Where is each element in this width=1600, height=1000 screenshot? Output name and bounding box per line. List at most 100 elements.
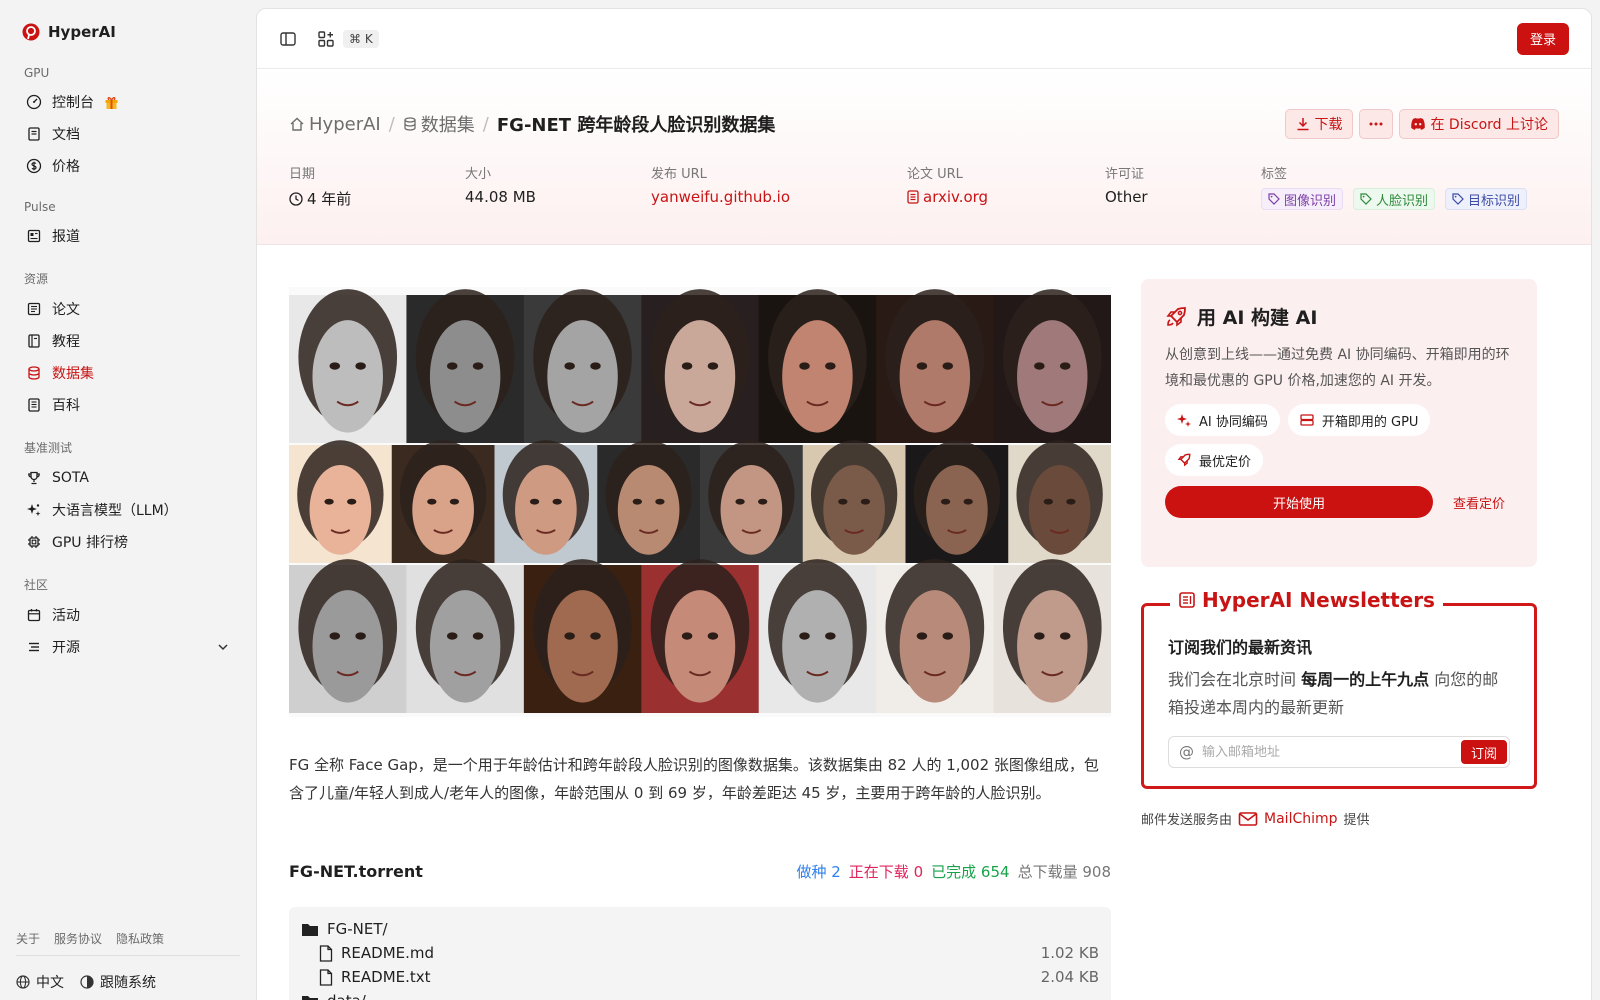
folder-row[interactable]: FG-NET/ (301, 917, 1099, 941)
theme-switch[interactable]: 跟随系统 (80, 972, 156, 992)
sidebar-item-label: 价格 (52, 159, 80, 175)
at-icon: @ (1179, 743, 1194, 761)
face-photo (758, 559, 877, 713)
paper-icon (26, 301, 42, 317)
database-icon (26, 365, 42, 381)
promo-description: 从创意到上线——通过免费 AI 协同编码、开箱即用的环境和最优惠的 GPU 价格… (1165, 347, 1510, 389)
footer-link[interactable]: 隐私政策 (116, 930, 164, 947)
sidebar-item-trophy[interactable]: SOTA (16, 462, 240, 494)
rocket-icon (1177, 453, 1191, 467)
face-photo (597, 440, 701, 563)
get-started-button[interactable]: 开始使用 (1165, 486, 1433, 518)
dataset-description: FG 全称 Face Gap，是一个用于年龄估计和跨年龄段人脸识别的图像数据集。… (289, 756, 1099, 802)
face-photo (523, 289, 642, 443)
server-icon (1300, 413, 1314, 427)
sidebar-item-chip[interactable]: GPU 排行榜 (16, 526, 240, 558)
chip-icon (26, 534, 42, 550)
hyperai-logo-icon (22, 23, 40, 41)
footer-link[interactable]: 关于 (16, 930, 40, 947)
file-row[interactable]: README.md 1.02 KB (301, 941, 1099, 965)
sidebar-item-document[interactable]: 文档 (16, 118, 240, 150)
tag[interactable]: 人脸识别 (1353, 188, 1436, 210)
sidebar-section-title: GPU (24, 66, 50, 80)
folder-row[interactable]: data/ (301, 989, 1099, 1000)
sidebar-item-label: 活动 (52, 608, 80, 624)
tag[interactable]: 图像识别 (1261, 188, 1344, 210)
sidebar-item-label: GPU 排行榜 (52, 535, 128, 551)
language-switch[interactable]: 中文 (16, 972, 64, 992)
file-name: README.txt (341, 968, 431, 986)
face-photo (406, 289, 525, 443)
license-value: Other (1105, 188, 1148, 206)
tag-icon (1268, 193, 1280, 205)
search-shortcut[interactable]: ⌘ K (343, 29, 379, 48)
sidebar-section-title: 社区 (24, 578, 49, 592)
view-pricing-link[interactable]: 查看定价 (1453, 493, 1505, 512)
footer-link[interactable]: 服务协议 (54, 930, 102, 947)
sidebar-item-label: 报道 (52, 229, 80, 245)
email-input[interactable] (1202, 744, 1453, 760)
face-photo (641, 289, 760, 443)
breadcrumb-datasets[interactable]: 数据集 (403, 111, 475, 137)
publish-url-link[interactable]: yanweifu.github.io (651, 188, 790, 206)
mailchimp-link[interactable]: MailChimp (1264, 811, 1338, 827)
face-photo (700, 440, 804, 563)
paper-url-link[interactable]: arxiv.org (907, 188, 988, 206)
sidebar-item-database[interactable]: 数据集 (16, 357, 240, 389)
more-options-button[interactable] (1359, 109, 1394, 139)
topbar: ⌘ K 登录 (257, 9, 1591, 69)
newsletter-icon (1178, 591, 1196, 609)
sidebar-item-calendar[interactable]: 活动 (16, 599, 240, 631)
sidebar-item-label: 开源 (52, 640, 80, 656)
footer-links: 关于 服务协议 隐私政策 (16, 930, 240, 956)
sidebar-item-label: 论文 (52, 302, 80, 318)
clock-icon (289, 191, 303, 206)
file-name: FG-NET/ (327, 920, 388, 938)
sidebar-toggle-icon[interactable] (279, 30, 297, 48)
sidebar-section-title: 基准测试 (24, 441, 73, 455)
trophy-icon (26, 470, 42, 486)
sidebar-item-newspaper[interactable]: 报道 (16, 220, 240, 252)
brand[interactable]: HyperAI (22, 16, 240, 48)
sidebar-item-dollar[interactable]: 价格 (16, 150, 240, 182)
database-icon (403, 117, 417, 131)
chevron-down-icon[interactable] (216, 640, 230, 654)
meta-license: 许可证 Other (1105, 167, 1148, 206)
dataset-meta: 日期 4 年前 大小 44.08 MB 发布 URL yanweifu.gith… (289, 163, 1545, 211)
breadcrumb-separator: / (388, 113, 395, 135)
sidebar-item-encyclopedia[interactable]: 百科 (16, 389, 240, 421)
meta-date: 日期 4 年前 (289, 167, 352, 208)
torrent-file-tree: FG-NET/README.md 1.02 KB README.txt 2.04 KB… (289, 907, 1111, 1000)
sidebar-section-title: 资源 (24, 272, 49, 286)
file-row[interactable]: README.txt 2.04 KB (301, 965, 1099, 989)
apps-icon[interactable] (317, 30, 335, 48)
breadcrumb-separator: / (482, 113, 489, 135)
mail-icon (1238, 811, 1258, 827)
sidebar-item-list[interactable]: 开源 (16, 631, 240, 663)
torrent-name: FG-NET.torrent (289, 862, 423, 881)
download-button[interactable]: 下载 (1285, 109, 1354, 139)
discord-button[interactable]: 在 Discord 上讨论 (1399, 109, 1559, 139)
tag[interactable]: 目标识别 (1445, 188, 1528, 210)
gift-icon (104, 95, 119, 110)
feature-pricing: 最优定价 (1165, 444, 1264, 476)
meta-paper-url: 论文 URL arxiv.org (907, 167, 989, 206)
sidebar-item-book[interactable]: 教程 (16, 325, 240, 357)
login-button[interactable]: 登录 (1517, 22, 1569, 55)
torrent-stats: 做种 2 正在下载 0 已完成 654 总下载量 908 (796, 861, 1111, 882)
subscribe-button[interactable]: 订阅 (1461, 740, 1507, 764)
sidebar-item-gauge[interactable]: 控制台 (16, 86, 240, 118)
sidebar-item-sparkles[interactable]: 大语言模型（LLM） (16, 494, 240, 526)
file-name: data/ (327, 992, 366, 1000)
folder-icon (301, 922, 319, 937)
dataset-preview-image (289, 287, 1111, 717)
sidebar-item-paper[interactable]: 论文 (16, 293, 240, 325)
file-icon (319, 944, 333, 962)
face-mosaic (289, 289, 1111, 713)
meta-size: 大小 44.08 MB (465, 167, 536, 206)
date-value: 4 年前 (307, 190, 352, 208)
breadcrumb-home[interactable]: HyperAI (289, 114, 381, 135)
face-photo (993, 559, 1111, 713)
face-photo (802, 440, 906, 563)
torrent-header: FG-NET.torrent 做种 2 正在下载 0 已完成 654 总下载量 … (289, 861, 1111, 882)
